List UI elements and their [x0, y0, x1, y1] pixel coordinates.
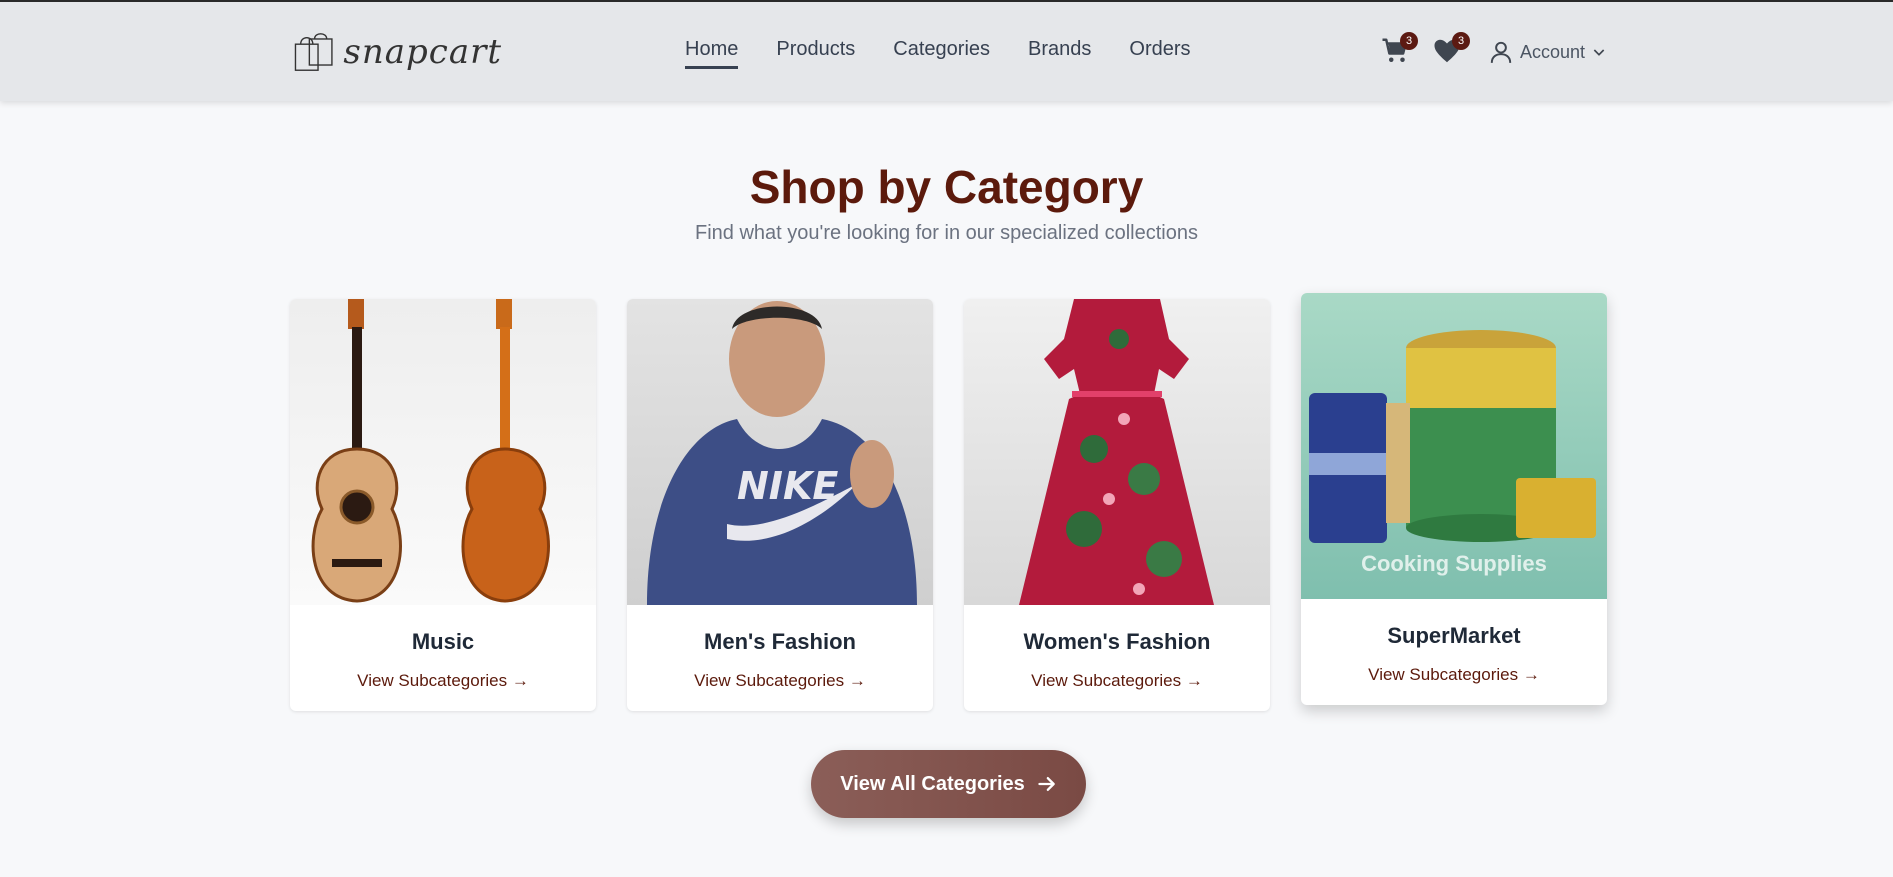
nav-actions: 3 3 Account — [1380, 32, 1607, 68]
account-label: Account — [1520, 41, 1586, 62]
wishlist-count-badge: 3 — [1452, 32, 1470, 50]
view-all-categories-button[interactable]: View All Categories — [811, 750, 1086, 818]
navbar: snapcart Home Products Categories Brands… — [0, 0, 1893, 101]
nav-home[interactable]: Home — [685, 38, 739, 69]
hoodie-illustration: NIKE — [647, 301, 917, 605]
dress-illustration — [1019, 299, 1214, 605]
chevron-down-icon — [1593, 49, 1605, 56]
view-all-categories-label: View All Categories — [840, 772, 1025, 795]
category-name: Men's Fashion — [704, 629, 856, 654]
svg-text:NIKE: NIKE — [737, 464, 838, 508]
category-image-dress — [964, 299, 1270, 605]
nav-products[interactable]: Products — [776, 38, 855, 67]
category-name: Music — [411, 629, 475, 654]
category-name: Women's Fashion — [1023, 629, 1211, 654]
category-name: SuperMarket — [1387, 623, 1521, 648]
section-subtitle: Find what you're looking for in our spec… — [695, 222, 1198, 244]
main-nav: Home Products Categories Brands Orders — [685, 38, 1191, 69]
user-icon — [1490, 41, 1512, 63]
category-card-supermarket[interactable]: Cooking Supplies SuperMarket View Subcat… — [1301, 293, 1607, 705]
category-card-music[interactable]: Music View Subcategories → — [290, 299, 596, 711]
view-subcategories-link[interactable]: View Subcategories → — [964, 671, 1270, 691]
view-subcategories-link[interactable]: View Subcategories → — [627, 671, 933, 691]
category-card-womens-fashion[interactable]: Women's Fashion View Subcategories → — [964, 299, 1270, 711]
category-image-groceries: Cooking Supplies — [1301, 293, 1607, 599]
brand-name: snapcart — [343, 32, 502, 72]
guitars-illustration — [311, 299, 550, 603]
nav-brands[interactable]: Brands — [1028, 38, 1091, 67]
shopping-bags-icon — [294, 33, 333, 71]
nav-categories[interactable]: Categories — [893, 38, 990, 67]
cart-button[interactable]: 3 — [1380, 32, 1418, 68]
category-image-guitars — [290, 299, 596, 605]
brand-logo[interactable]: snapcart — [292, 24, 502, 80]
cart-count-badge: 3 — [1400, 32, 1418, 50]
arrow-right-icon — [1038, 777, 1055, 791]
category-card-mens-fashion[interactable]: NIKE Men's Fashion View Subcategories → — [627, 299, 933, 711]
nav-orders[interactable]: Orders — [1129, 38, 1190, 67]
view-subcategories-link[interactable]: View Subcategories → — [1301, 665, 1607, 685]
category-image-hoodie: NIKE — [627, 299, 933, 605]
section-title: Shop by Category — [749, 161, 1144, 213]
wishlist-button[interactable]: 3 — [1432, 32, 1470, 68]
category-overlay-text: Cooking Supplies — [1361, 551, 1547, 576]
account-menu[interactable]: Account — [1488, 39, 1607, 65]
view-subcategories-link[interactable]: View Subcategories → — [290, 671, 596, 691]
